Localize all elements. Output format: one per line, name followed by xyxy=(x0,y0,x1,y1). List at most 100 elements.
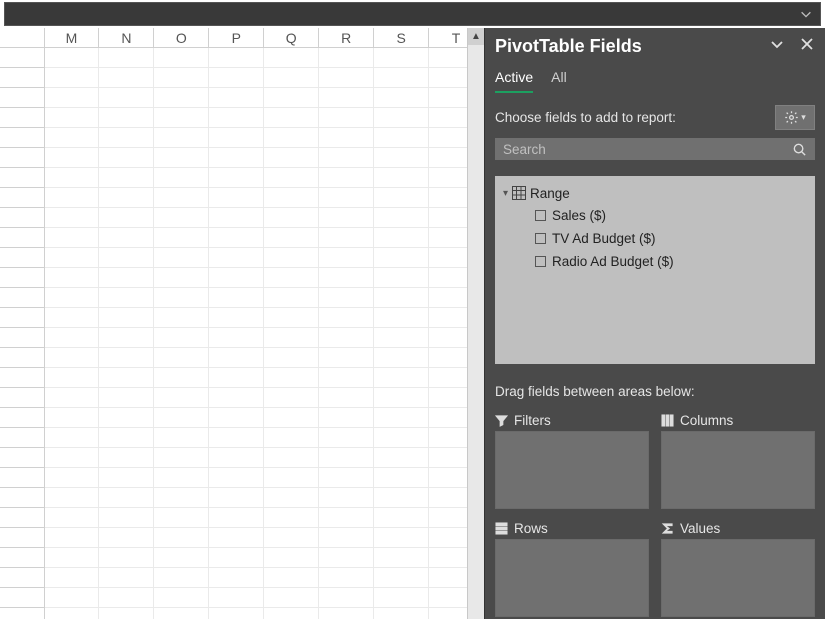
cell[interactable] xyxy=(209,48,264,68)
cell[interactable] xyxy=(45,68,100,88)
cell[interactable] xyxy=(209,228,264,248)
cell[interactable] xyxy=(264,588,319,608)
cell[interactable] xyxy=(264,328,319,348)
cell[interactable] xyxy=(154,48,209,68)
cell[interactable] xyxy=(45,548,100,568)
cell[interactable] xyxy=(45,488,100,508)
cell[interactable] xyxy=(45,128,100,148)
cell[interactable] xyxy=(374,228,429,248)
cell[interactable] xyxy=(45,348,100,368)
cell[interactable] xyxy=(45,368,100,388)
cell[interactable] xyxy=(209,308,264,328)
cell[interactable] xyxy=(99,68,154,88)
cell[interactable] xyxy=(99,108,154,128)
cell[interactable] xyxy=(154,488,209,508)
cell[interactable] xyxy=(319,408,374,428)
search-input[interactable] xyxy=(503,142,792,157)
cell[interactable] xyxy=(319,188,374,208)
cell[interactable] xyxy=(209,288,264,308)
cell[interactable] xyxy=(45,108,100,128)
cell[interactable] xyxy=(319,488,374,508)
field-checkbox[interactable] xyxy=(535,256,546,267)
cell[interactable] xyxy=(209,368,264,388)
cell[interactable] xyxy=(45,408,100,428)
cell[interactable] xyxy=(319,328,374,348)
cell[interactable] xyxy=(154,108,209,128)
cell[interactable] xyxy=(264,428,319,448)
cell[interactable] xyxy=(319,168,374,188)
cell[interactable] xyxy=(374,108,429,128)
cell[interactable] xyxy=(99,588,154,608)
cell[interactable] xyxy=(154,188,209,208)
spreadsheet-grid[interactable]: M N O P Q R S T ▲ xyxy=(0,28,484,619)
cell[interactable] xyxy=(99,408,154,428)
cell[interactable] xyxy=(99,168,154,188)
column-header[interactable]: N xyxy=(99,28,154,47)
rows-drop-zone[interactable] xyxy=(495,539,649,617)
cell[interactable] xyxy=(374,288,429,308)
field-checkbox[interactable] xyxy=(535,233,546,244)
cell[interactable] xyxy=(154,348,209,368)
column-header[interactable]: O xyxy=(154,28,209,47)
cell[interactable] xyxy=(374,348,429,368)
cell[interactable] xyxy=(99,428,154,448)
cell[interactable] xyxy=(209,108,264,128)
cell[interactable] xyxy=(264,568,319,588)
cell[interactable] xyxy=(264,208,319,228)
cell[interactable] xyxy=(45,508,100,528)
cell[interactable] xyxy=(154,428,209,448)
cell[interactable] xyxy=(374,128,429,148)
field-search[interactable] xyxy=(495,138,815,160)
cell[interactable] xyxy=(374,548,429,568)
cell[interactable] xyxy=(319,268,374,288)
cell[interactable] xyxy=(319,548,374,568)
cell[interactable] xyxy=(209,448,264,468)
cell[interactable] xyxy=(264,108,319,128)
cell[interactable] xyxy=(99,488,154,508)
cell[interactable] xyxy=(99,48,154,68)
cell[interactable] xyxy=(99,328,154,348)
cell[interactable] xyxy=(374,588,429,608)
cell[interactable] xyxy=(45,588,100,608)
cell[interactable] xyxy=(99,388,154,408)
cell[interactable] xyxy=(154,328,209,348)
cell[interactable] xyxy=(374,448,429,468)
cell[interactable] xyxy=(154,468,209,488)
cell[interactable] xyxy=(209,328,264,348)
filters-drop-zone[interactable] xyxy=(495,431,649,509)
cell[interactable] xyxy=(154,408,209,428)
cell[interactable] xyxy=(154,248,209,268)
cell[interactable] xyxy=(319,388,374,408)
cell[interactable] xyxy=(319,48,374,68)
field-item-radio[interactable]: Radio Ad Budget ($) xyxy=(499,250,811,273)
cell[interactable] xyxy=(209,488,264,508)
cell[interactable] xyxy=(374,268,429,288)
cell[interactable] xyxy=(99,208,154,228)
formula-bar[interactable] xyxy=(4,2,821,26)
cell[interactable] xyxy=(45,248,100,268)
cell[interactable] xyxy=(99,568,154,588)
cell[interactable] xyxy=(45,188,100,208)
cell[interactable] xyxy=(154,608,209,619)
cell[interactable] xyxy=(154,528,209,548)
cell[interactable] xyxy=(45,468,100,488)
cell[interactable] xyxy=(154,588,209,608)
cell[interactable] xyxy=(209,468,264,488)
cell[interactable] xyxy=(154,288,209,308)
cell[interactable] xyxy=(264,48,319,68)
cell[interactable] xyxy=(45,208,100,228)
field-list[interactable]: ▾ Range Sales ($) TV Ad Budget ($) Radio… xyxy=(495,176,815,364)
cell[interactable] xyxy=(319,208,374,228)
cell[interactable] xyxy=(264,128,319,148)
cell[interactable] xyxy=(154,368,209,388)
scroll-up-icon[interactable]: ▲ xyxy=(468,28,484,45)
cell[interactable] xyxy=(154,208,209,228)
cell[interactable] xyxy=(374,328,429,348)
cell[interactable] xyxy=(45,308,100,328)
cell[interactable] xyxy=(374,48,429,68)
cell[interactable] xyxy=(45,328,100,348)
cell[interactable] xyxy=(99,228,154,248)
panel-close-icon[interactable] xyxy=(799,36,815,57)
cell[interactable] xyxy=(264,488,319,508)
cell[interactable] xyxy=(209,148,264,168)
